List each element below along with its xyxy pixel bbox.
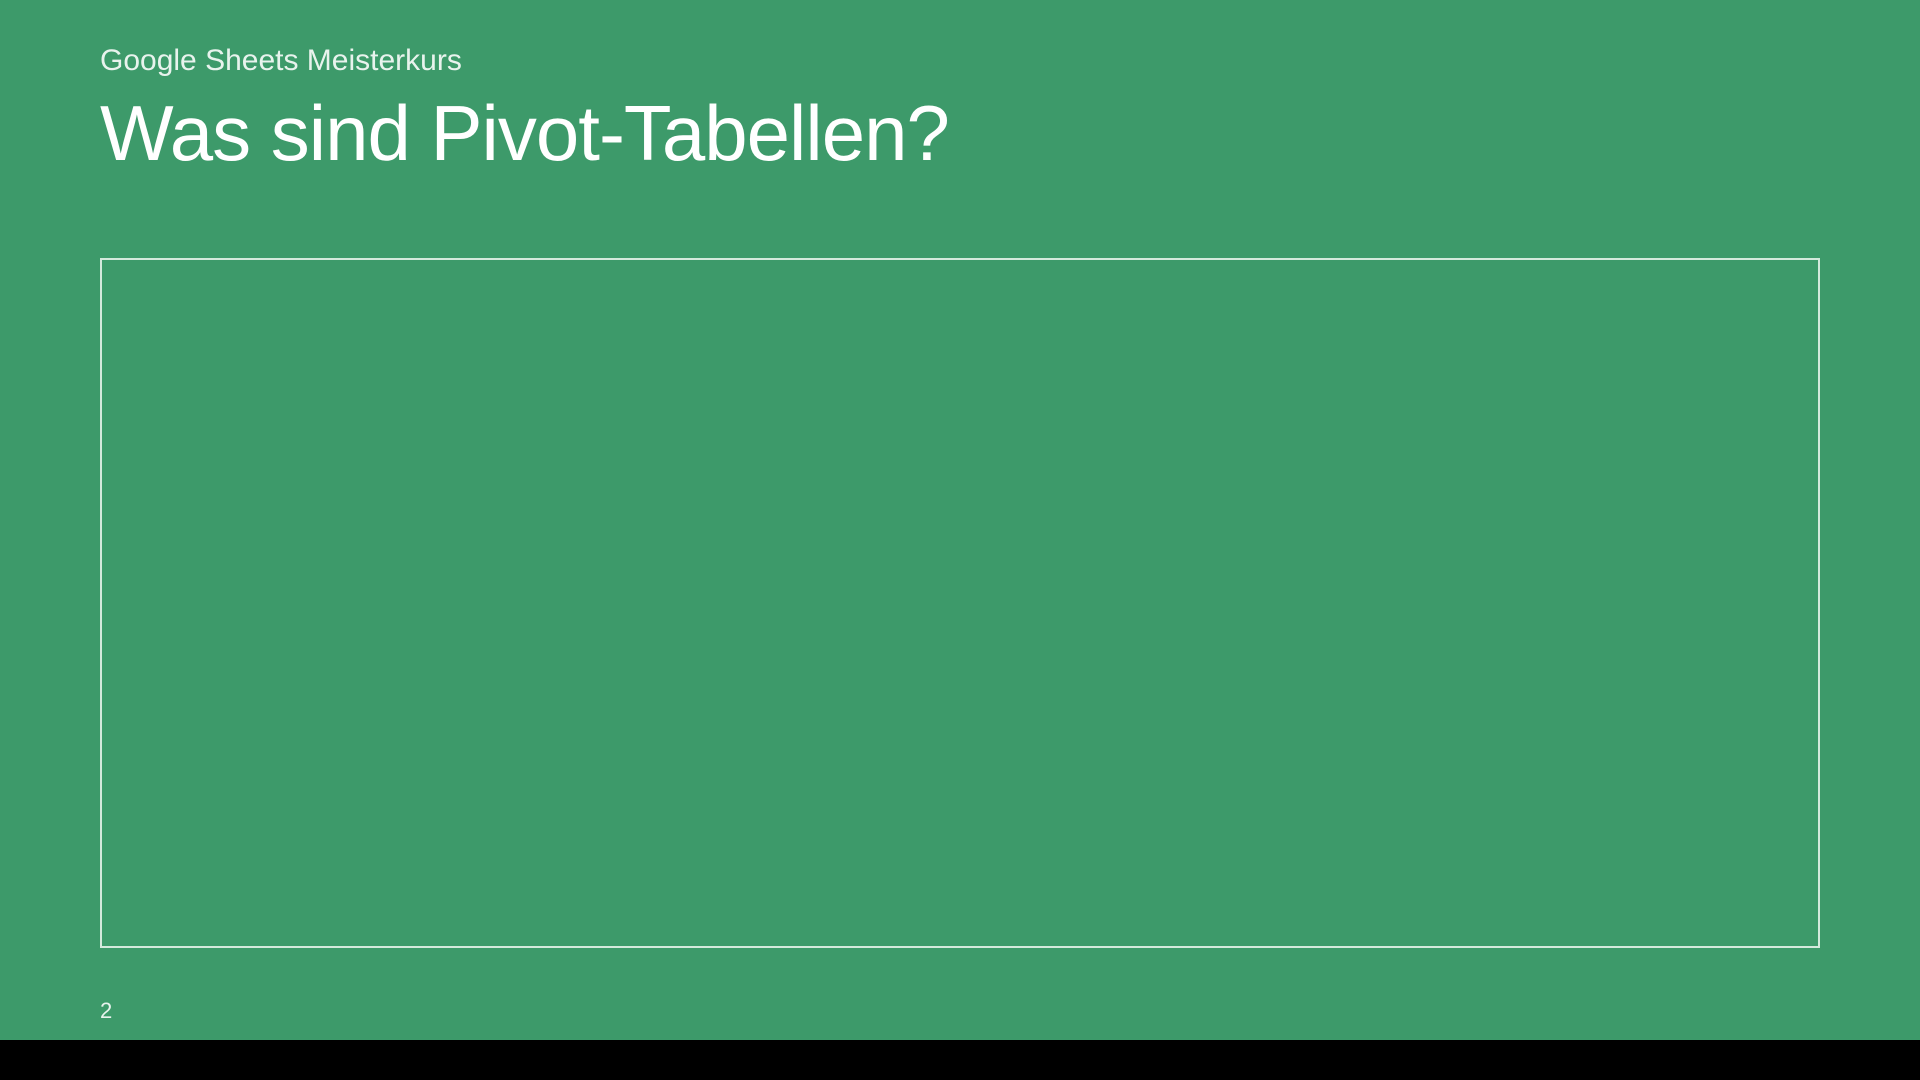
slide-subtitle: Google Sheets Meisterkurs: [100, 44, 462, 78]
content-placeholder: [100, 258, 1820, 948]
slide-title: Was sind Pivot-Tabellen?: [100, 88, 949, 179]
page-number: 2: [100, 998, 112, 1024]
slide: Google Sheets Meisterkurs Was sind Pivot…: [0, 0, 1920, 1040]
